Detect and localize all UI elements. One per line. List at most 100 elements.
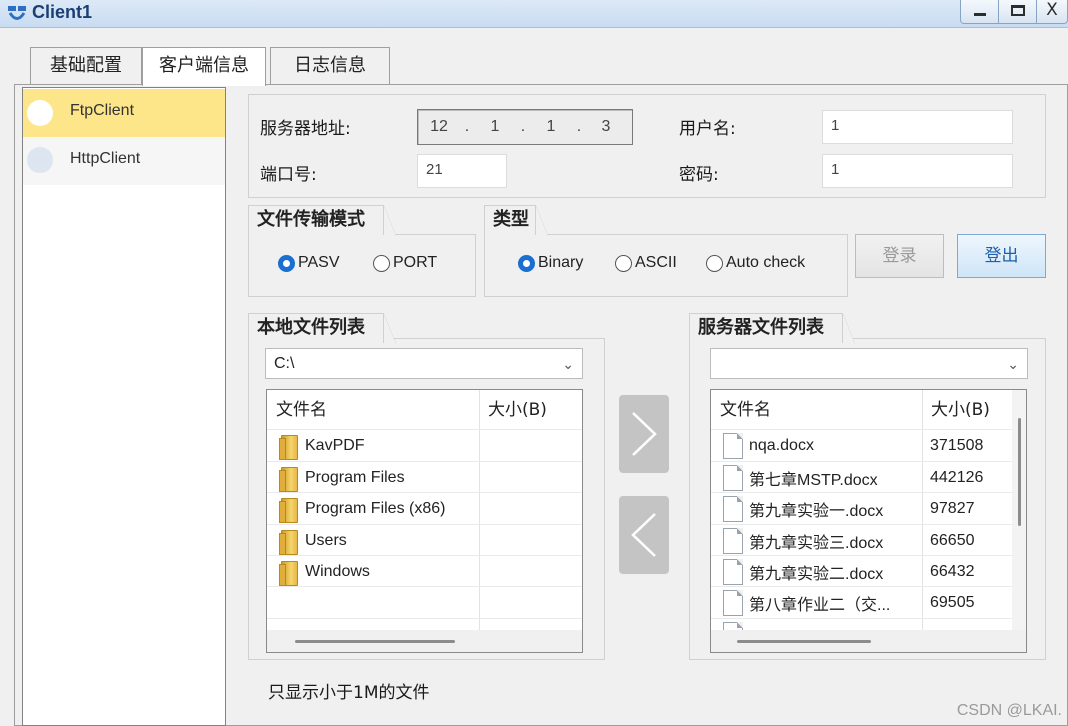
file-size: 371508 [930, 437, 984, 454]
scrollbar-thumb[interactable] [295, 640, 455, 643]
radio-label: PASV [298, 254, 340, 271]
minimize-button[interactable] [961, 0, 999, 23]
close-button[interactable]: X [1037, 0, 1067, 23]
radio-ascii[interactable]: ASCII [615, 254, 677, 272]
radio-unchecked-icon [706, 254, 723, 272]
document-icon [723, 589, 743, 616]
title-bar: Client1 X [0, 0, 1068, 28]
table-row[interactable]: 第九章实验二.docx 66432 [711, 555, 1012, 587]
radio-unchecked-icon [615, 254, 632, 272]
server-ip-input[interactable]: 12 . 1 . 1 . 3 [417, 109, 633, 145]
table-row[interactable]: 第八章作业二（交... 69505 [711, 586, 1012, 618]
radio-pasv[interactable]: PASV [278, 254, 340, 272]
transfer-mode-title: 文件传输模式 [248, 205, 396, 236]
scrollbar-thumb[interactable] [1018, 418, 1021, 526]
chevron-down-icon: ⌄ [562, 356, 574, 372]
file-size: 66650 [930, 532, 975, 549]
list-item-httpclient[interactable]: HttpClient [23, 137, 225, 185]
document-icon [723, 558, 743, 585]
server-column-size[interactable]: 大小(B) [922, 390, 1012, 430]
table-row[interactable]: 第九章实验一.docx 97827 [711, 492, 1012, 524]
folder-icon [279, 559, 299, 586]
ip-octet: 1 [546, 118, 556, 135]
maximize-icon [1011, 5, 1025, 16]
radio-auto-check[interactable]: Auto check [706, 254, 805, 272]
server-path-dropdown[interactable]: ⌄ [710, 348, 1028, 379]
local-file-table: 文件名 大小(B) KavPDF Program Files Program F… [266, 389, 583, 653]
server-file-table: 文件名 大小(B) nqa.docx 371508 第七章MSTP.docx 4… [710, 389, 1027, 653]
local-path-dropdown[interactable]: C:\ ⌄ [265, 348, 583, 379]
list-item-ftpclient[interactable]: FtpClient [23, 89, 225, 137]
local-files-title: 本地文件列表 [248, 313, 396, 344]
radio-binary[interactable]: Binary [518, 254, 583, 272]
tab-client-info[interactable]: 客户端信息 [142, 47, 266, 86]
folder-icon [279, 528, 299, 555]
radio-label: ASCII [635, 254, 677, 271]
document-icon [723, 464, 743, 491]
maximize-button[interactable] [999, 0, 1037, 23]
username-input[interactable]: 1 [822, 110, 1013, 144]
file-name: KavPDF [305, 436, 365, 454]
ip-octet: 3 [601, 118, 611, 135]
document-icon [723, 432, 743, 459]
table-row[interactable]: 第九章实验三.docx 66650 [711, 524, 1012, 556]
size-filter-note: 只显示小于1M的文件 [268, 683, 430, 703]
username-label: 用户名: [679, 119, 736, 139]
ip-dot: . [576, 118, 582, 135]
document-icon [723, 527, 743, 554]
download-button[interactable] [619, 496, 669, 574]
app-icon [8, 6, 26, 20]
radio-unchecked-icon [373, 254, 390, 272]
table-row[interactable]: KavPDF [267, 429, 582, 461]
server-horizontal-scrollbar[interactable] [711, 630, 1026, 652]
upload-button[interactable] [619, 395, 669, 473]
file-name: 第九章实验三.docx [749, 534, 884, 552]
file-size [479, 430, 487, 461]
file-size [479, 556, 487, 587]
server-address-label: 服务器地址: [260, 119, 351, 139]
password-label: 密码: [679, 165, 719, 185]
client-list: FtpClient HttpClient [22, 87, 226, 726]
list-item-label: HttpClient [70, 150, 141, 167]
file-name: 第七章MSTP.docx [749, 471, 878, 489]
tab-basic-config[interactable]: 基础配置 [30, 47, 142, 84]
file-name: Users [305, 531, 347, 549]
file-size: 442126 [930, 469, 984, 486]
ip-dot: . [520, 118, 526, 135]
file-name: 第九章实验一.docx [749, 502, 884, 520]
table-row[interactable]: 第七章MSTP.docx 442126 [711, 461, 1012, 493]
server-vertical-scrollbar[interactable] [1012, 390, 1026, 632]
window-controls: X [960, 0, 1068, 24]
file-name: Program Files [305, 468, 405, 486]
table-row[interactable]: nqa.docx 371508 [711, 429, 1012, 461]
table-row[interactable]: Program Files [267, 461, 582, 493]
local-column-name[interactable]: 文件名 [267, 390, 479, 430]
file-size [479, 525, 487, 556]
login-button[interactable]: 登录 [855, 234, 944, 278]
local-column-size[interactable]: 大小(B) [479, 390, 582, 430]
ip-dot: . [464, 118, 470, 135]
httpclient-icon [27, 147, 53, 173]
file-size: 69505 [930, 594, 975, 611]
local-horizontal-scrollbar[interactable] [267, 630, 582, 652]
port-input[interactable]: 21 [417, 154, 507, 188]
radio-label: Binary [538, 254, 584, 271]
table-row[interactable]: Program Files (x86) [267, 492, 582, 524]
scrollbar-thumb[interactable] [737, 640, 871, 643]
server-column-name[interactable]: 文件名 [711, 390, 922, 430]
tab-log-info[interactable]: 日志信息 [270, 47, 390, 84]
file-name: 第九章实验二.docx [749, 565, 884, 583]
radio-port[interactable]: PORT [373, 254, 437, 272]
logout-button[interactable]: 登出 [957, 234, 1046, 278]
radio-label: Auto check [726, 254, 806, 271]
table-row-empty [267, 586, 582, 618]
ip-octet: 1 [490, 118, 500, 135]
password-input[interactable]: 1 [822, 154, 1013, 188]
radio-checked-icon [518, 254, 535, 272]
server-files-title: 服务器文件列表 [689, 313, 855, 344]
document-icon [723, 495, 743, 522]
table-row[interactable]: Windows [267, 555, 582, 587]
port-label: 端口号: [260, 165, 317, 185]
table-row[interactable]: Users [267, 524, 582, 556]
radio-label: PORT [393, 254, 438, 271]
